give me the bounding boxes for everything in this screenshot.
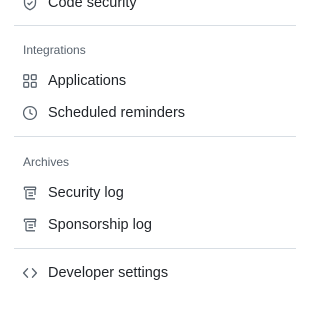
sidebar-item-label: Security log [48, 185, 124, 201]
apps-icon [22, 73, 38, 89]
sidebar-item-security-log[interactable]: Security log [14, 179, 124, 207]
divider [14, 136, 296, 137]
sidebar-item-applications[interactable]: Applications [14, 67, 126, 95]
section-heading-archives: Archives [23, 155, 70, 169]
settings-sidebar: Code security Integrations Applications … [0, 0, 321, 321]
code-icon [22, 265, 38, 281]
clock-icon [22, 105, 38, 121]
sidebar-item-label: Applications [48, 73, 127, 89]
sidebar-item-code-security[interactable]: Code security [14, 0, 137, 17]
sidebar-item-label: Scheduled reminders [48, 105, 186, 121]
sidebar-item-sponsorship-log[interactable]: Sponsorship log [14, 211, 152, 239]
shield-check-icon [22, 0, 38, 11]
sidebar-item-label: Developer settings [48, 265, 169, 281]
divider [14, 25, 296, 26]
sidebar-item-developer-settings[interactable]: Developer settings [14, 259, 168, 287]
sidebar-item-label: Sponsorship log [48, 217, 152, 233]
log-icon [22, 185, 38, 201]
log-icon [22, 217, 38, 233]
sidebar-item-scheduled-reminders[interactable]: Scheduled reminders [14, 99, 185, 127]
sidebar-item-label: Code security [48, 0, 137, 11]
divider [14, 248, 296, 249]
section-heading-integrations: Integrations [23, 43, 86, 57]
